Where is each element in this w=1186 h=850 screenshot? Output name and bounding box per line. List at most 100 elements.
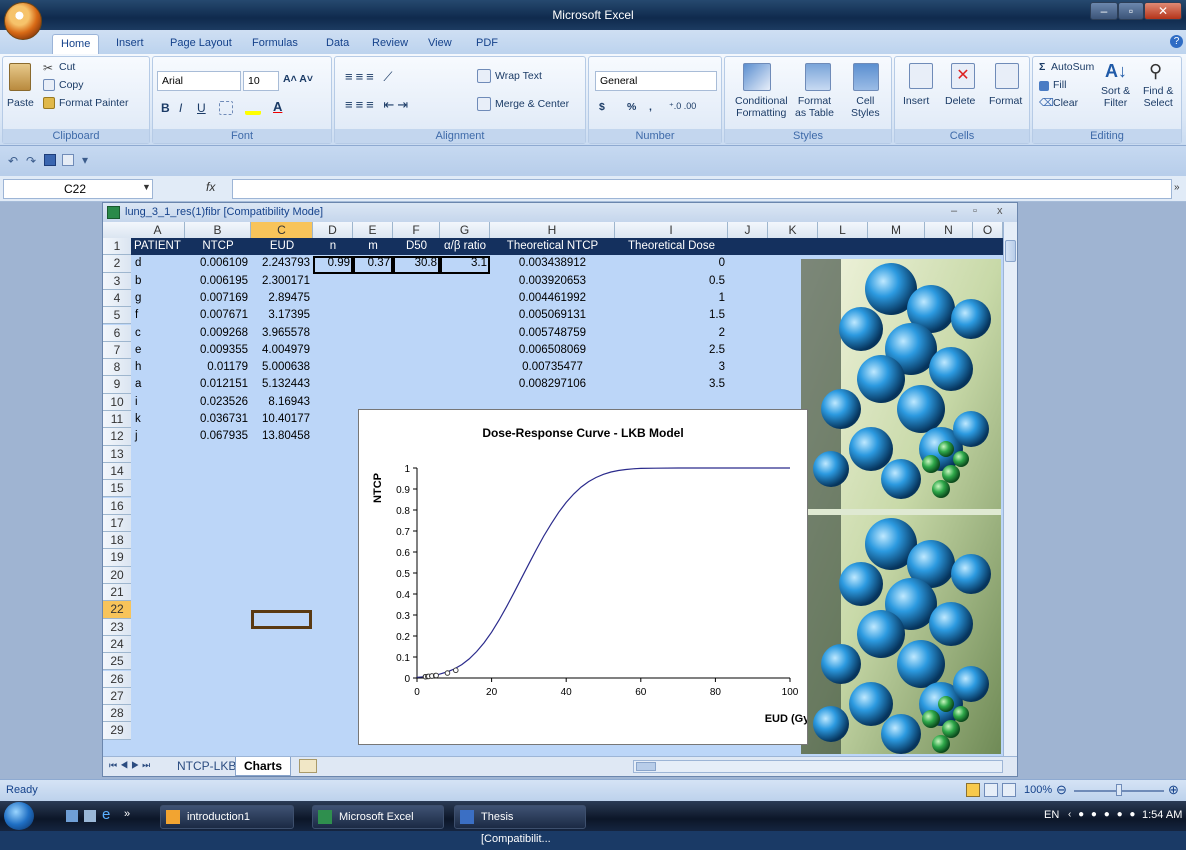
- tab-view[interactable]: View: [420, 34, 460, 54]
- format-table-icon[interactable]: [805, 63, 831, 91]
- cell-tdose-2[interactable]: 0: [615, 255, 728, 272]
- format-as-table-button[interactable]: Format as Table: [795, 95, 834, 119]
- number-format-select[interactable]: General: [595, 71, 717, 91]
- cell-eud-11[interactable]: 10.40177: [251, 411, 313, 428]
- cell-eud-12[interactable]: 13.80458: [251, 428, 313, 445]
- cell-patient-4[interactable]: g: [131, 290, 185, 307]
- cell-patient-6[interactable]: c: [131, 325, 185, 342]
- selected-cell-c22[interactable]: [251, 610, 312, 629]
- clear-button[interactable]: Clear: [1053, 97, 1078, 109]
- cell-ntcp-7[interactable]: 0.009355: [185, 342, 251, 359]
- tab-page-layout[interactable]: Page Layout: [162, 34, 240, 54]
- redo-icon[interactable]: ↷: [26, 154, 36, 168]
- minimize-button[interactable]: –: [1090, 2, 1118, 20]
- cell-tntcp-8[interactable]: 0.00735477: [490, 359, 615, 376]
- align-left-icons[interactable]: ≡≡≡ ⇤⇥: [345, 97, 411, 113]
- cell-tntcp-9[interactable]: 0.008297106: [490, 376, 615, 393]
- spreadsheet-grid[interactable]: ABCDEFGHIJKLMNO 1 2 3 4 5 6 7 8 9 10 11 12 13 14 15 16 1…: [103, 222, 1003, 756]
- cell-tdose-8[interactable]: 3: [615, 359, 728, 376]
- bold-button[interactable]: B: [161, 101, 170, 115]
- customize-toolbar-icon[interactable]: ▾: [82, 153, 88, 167]
- cell-tntcp-3[interactable]: 0.003920653: [490, 273, 615, 290]
- cell-eud-7[interactable]: 4.004979: [251, 342, 313, 359]
- cell-ntcp-11[interactable]: 0.036731: [185, 411, 251, 428]
- fill-button[interactable]: Fill: [1053, 79, 1066, 91]
- page-layout-view-icon[interactable]: [984, 783, 998, 797]
- language-indicator[interactable]: EN: [1044, 809, 1059, 821]
- paste-button[interactable]: Paste: [7, 97, 34, 109]
- format-painter-button[interactable]: Format Painter: [59, 97, 128, 109]
- zoom-out-icon[interactable]: ⊖: [1056, 782, 1067, 798]
- merge-center-button[interactable]: Merge & Center: [495, 98, 569, 110]
- paste-icon[interactable]: [9, 63, 31, 91]
- cell-styles-button[interactable]: Cell Styles: [851, 95, 880, 119]
- cell-tntcp-4[interactable]: 0.004461992: [490, 290, 615, 307]
- cell-ntcp-9[interactable]: 0.012151: [185, 376, 251, 393]
- sort-filter-icon[interactable]: A↓: [1105, 61, 1127, 82]
- cell-patient-12[interactable]: j: [131, 428, 185, 445]
- format-button[interactable]: Format: [989, 95, 1022, 107]
- currency-button[interactable]: $: [599, 101, 605, 113]
- tab-data[interactable]: Data: [318, 34, 357, 54]
- cell-patient-11[interactable]: k: [131, 411, 185, 428]
- cell-eud-9[interactable]: 5.132443: [251, 376, 313, 393]
- sheet-nav-icons[interactable]: ⏮◀▶⏭: [109, 760, 153, 771]
- percent-button[interactable]: %: [627, 101, 636, 113]
- format-cells-icon[interactable]: [995, 63, 1019, 89]
- delete-cells-icon[interactable]: ✕: [951, 63, 975, 89]
- cell-tdose-6[interactable]: 2: [615, 325, 728, 342]
- cell-ntcp-8[interactable]: 0.01179: [185, 359, 251, 376]
- zoom-level[interactable]: 100%: [1024, 784, 1052, 796]
- cell-eud-6[interactable]: 3.965578: [251, 325, 313, 342]
- cell-patient-3[interactable]: b: [131, 273, 185, 290]
- cell-ntcp-3[interactable]: 0.006195: [185, 273, 251, 290]
- wb-close-icon[interactable]: x: [997, 205, 1003, 217]
- cell-tdose-4[interactable]: 1: [615, 290, 728, 307]
- cell-tdose-7[interactable]: 2.5: [615, 342, 728, 359]
- insert-cells-icon[interactable]: [909, 63, 933, 89]
- scroll-thumb[interactable]: [1005, 240, 1016, 262]
- start-button[interactable]: [4, 802, 34, 830]
- insert-function-icon[interactable]: fx: [206, 180, 215, 194]
- italic-button[interactable]: I: [179, 101, 182, 115]
- cell-eud-2[interactable]: 2.243793: [251, 255, 313, 272]
- vertical-scrollbar[interactable]: [1003, 222, 1017, 756]
- page-break-view-icon[interactable]: [1002, 783, 1016, 797]
- maximize-button[interactable]: ▫: [1118, 2, 1144, 20]
- tab-home[interactable]: Home: [52, 34, 100, 54]
- comma-button[interactable]: ,: [649, 101, 652, 113]
- help-icon[interactable]: ?: [1170, 35, 1183, 48]
- cut-button[interactable]: Cut: [59, 61, 75, 73]
- align-top-icons[interactable]: ≡≡≡ ⟋: [345, 69, 395, 85]
- cell-tntcp-2[interactable]: 0.003438912: [490, 255, 615, 272]
- cell-tdose-9[interactable]: 3.5: [615, 376, 728, 393]
- cell-eud-3[interactable]: 2.300171: [251, 273, 313, 290]
- office-button[interactable]: [4, 2, 42, 40]
- cell-eud-8[interactable]: 5.000638: [251, 359, 313, 376]
- cell-eud-4[interactable]: 2.89475: [251, 290, 313, 307]
- zoom-in-icon[interactable]: ⊕: [1168, 782, 1179, 798]
- cell-ntcp-4[interactable]: 0.007169: [185, 290, 251, 307]
- copy-button[interactable]: Copy: [59, 79, 84, 91]
- tab-review[interactable]: Review: [364, 34, 416, 54]
- save-icon[interactable]: [44, 154, 56, 166]
- wb-minimize-icon[interactable]: –: [951, 205, 957, 217]
- tab-insert[interactable]: Insert: [108, 34, 152, 54]
- cell-tntcp-6[interactable]: 0.005748759: [490, 325, 615, 342]
- cell-ntcp-12[interactable]: 0.067935: [185, 428, 251, 445]
- autosum-button[interactable]: AutoSum: [1051, 61, 1094, 73]
- cell-patient-8[interactable]: h: [131, 359, 185, 376]
- normal-view-icon[interactable]: [966, 783, 980, 797]
- binoculars-icon[interactable]: ⚲: [1149, 61, 1162, 82]
- font-name-select[interactable]: Arial: [157, 71, 241, 91]
- name-box[interactable]: C22: [3, 179, 153, 199]
- conditional-formatting-button[interactable]: Conditional Formatting: [735, 95, 788, 119]
- tab-ntcp-lkb[interactable]: NTCP-LKB: [169, 757, 244, 776]
- grow-font-icon[interactable]: A˄ A˅: [283, 73, 313, 85]
- taskbar-introduction1[interactable]: introduction1: [160, 805, 294, 829]
- switch-windows-icon[interactable]: [84, 810, 96, 822]
- cell-ntcp-10[interactable]: 0.023526: [185, 394, 251, 411]
- cell-styles-icon[interactable]: [853, 63, 879, 91]
- cell-eud-5[interactable]: 3.17395: [251, 307, 313, 324]
- conditional-formatting-icon[interactable]: [743, 63, 771, 91]
